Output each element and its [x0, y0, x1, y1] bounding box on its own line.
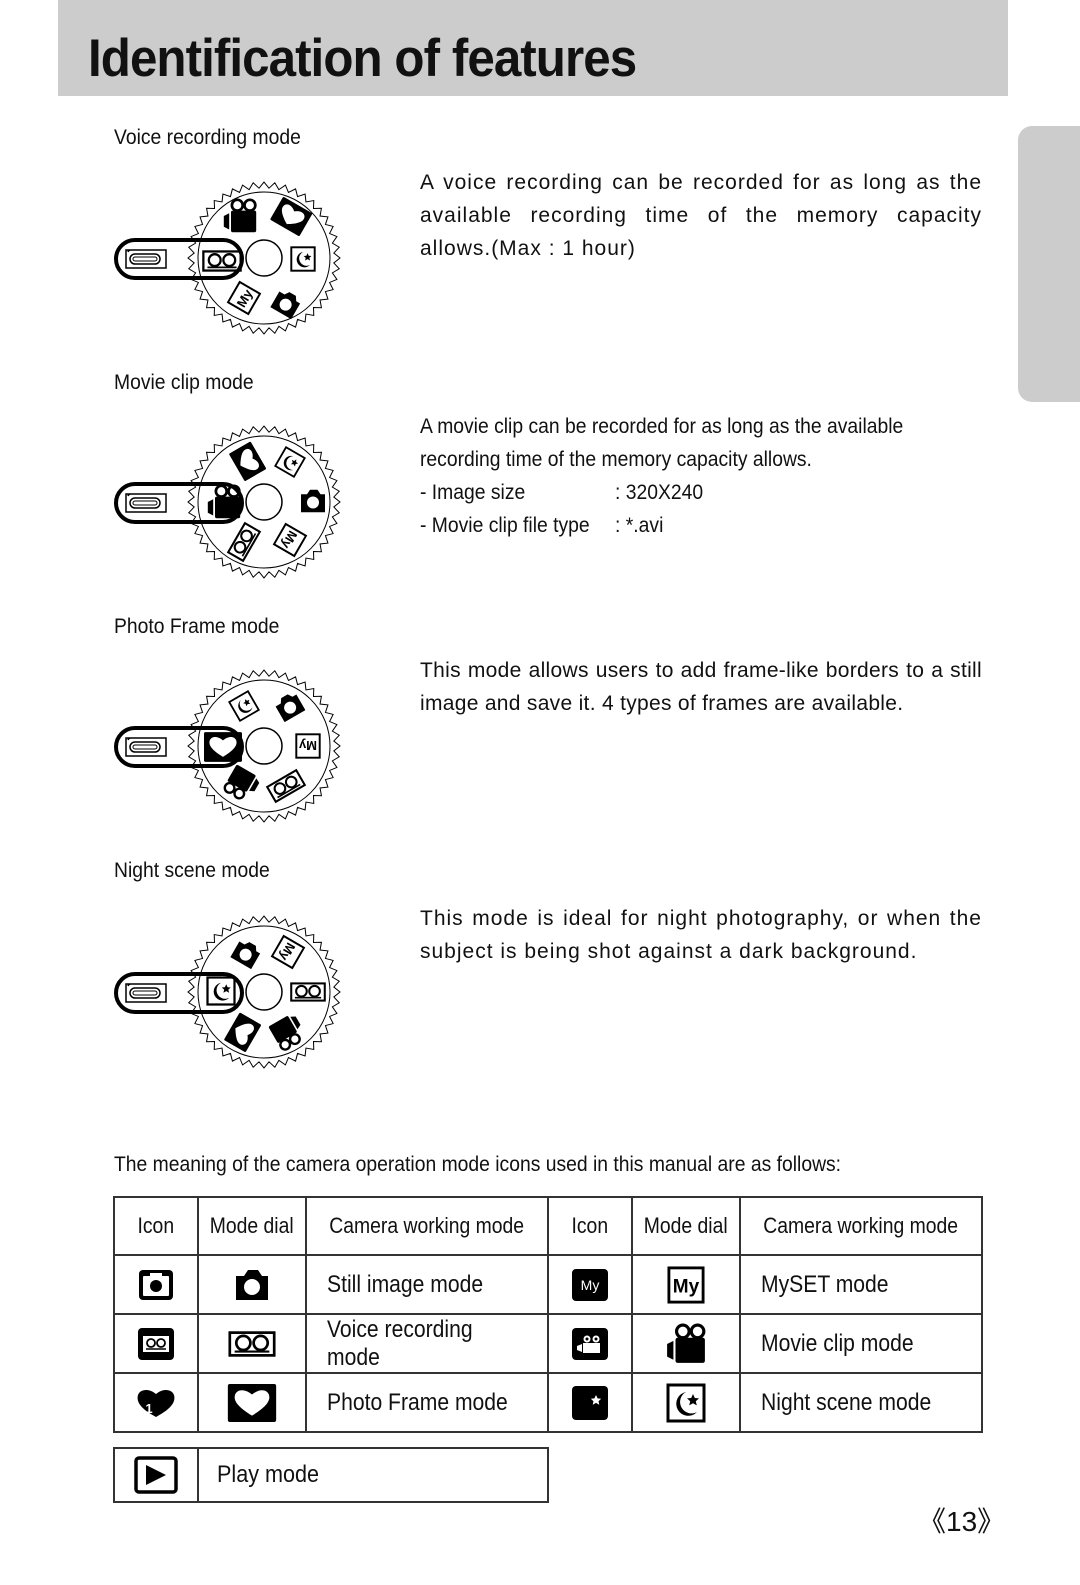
- night-scene-icon: [290, 246, 316, 272]
- photo-frame-icon: [204, 732, 242, 762]
- myset-icon: [295, 733, 321, 759]
- voice-recording-icon: [113, 1313, 199, 1374]
- mode-icon-table: Icon Mode dial Camera working mode Icon …: [113, 1196, 983, 1433]
- mode-name: Movie clip mode: [739, 1313, 983, 1374]
- spec-value: : 320X240: [615, 481, 704, 504]
- mode-name: MySET mode: [739, 1254, 983, 1315]
- mode-name: Night scene mode: [739, 1372, 983, 1433]
- mode-dial-photo-frame: [110, 669, 341, 823]
- night-scene-dial-icon: [631, 1372, 741, 1433]
- still-image-icon: [113, 1254, 199, 1315]
- header-camera-working-mode: Camera working mode: [739, 1196, 983, 1256]
- icon-table-intro: The meaning of the camera operation mode…: [114, 1153, 842, 1176]
- spec-image-size: - Image size : 320X240: [420, 476, 981, 509]
- play-mode-table: Play mode: [113, 1447, 549, 1503]
- header-icon: Icon: [547, 1196, 633, 1256]
- mode-dial-movie-clip: [110, 425, 341, 579]
- side-tab: [1018, 126, 1080, 402]
- photo-frame-icon: 1: [113, 1372, 199, 1433]
- table-row: Voice recording mode Movie clip mode: [113, 1313, 983, 1374]
- page-number: 《13》: [918, 1506, 1006, 1537]
- table-row: 1 Photo Frame mode Night scene mode: [113, 1372, 983, 1433]
- dial-center: [245, 239, 283, 277]
- spec-key: - Image size: [420, 481, 526, 504]
- section-label-night-scene: Night scene mode: [114, 859, 270, 882]
- still-image-dial-icon: [197, 1254, 307, 1315]
- header-mode-dial: Mode dial: [631, 1196, 741, 1256]
- description-voice-recording: A voice recording can be recorded for as…: [420, 171, 982, 260]
- header-mode-dial: Mode dial: [197, 1196, 307, 1256]
- movie-clip-dial-icon: [631, 1313, 741, 1374]
- table-row: Play mode: [113, 1447, 549, 1503]
- description-movie-clip-text: A movie clip can be recorded for as long…: [420, 415, 904, 471]
- mode-name: Photo Frame mode: [305, 1372, 549, 1433]
- svg-text:My: My: [581, 1277, 600, 1293]
- mode-dial-night-scene: [110, 915, 341, 1069]
- description-night-scene: This mode is ideal for night photography…: [420, 907, 982, 963]
- header-icon: Icon: [113, 1196, 199, 1256]
- voice-recording-icon: [202, 250, 242, 272]
- description-photo-frame: This mode allows users to add frame-like…: [420, 659, 982, 715]
- page-title: Identification of features: [88, 29, 637, 88]
- spec-key: - Movie clip file type: [420, 514, 590, 537]
- svg-text:1: 1: [145, 1401, 152, 1416]
- play-icon: [113, 1447, 199, 1503]
- voice-recording-icon: [290, 982, 326, 1002]
- photo-frame-dial-icon: [197, 1372, 307, 1433]
- spec-file-type: - Movie clip file type : *.avi: [420, 509, 981, 542]
- myset-icon: My: [547, 1254, 633, 1315]
- mode-name: Still image mode: [305, 1254, 549, 1315]
- movie-clip-icon: [547, 1313, 633, 1374]
- table-row: Still image mode My MySET mode: [113, 1254, 983, 1315]
- mode-dial-voice-recording: [110, 181, 341, 335]
- night-scene-icon: [547, 1372, 633, 1433]
- night-scene-icon: [206, 976, 236, 1006]
- mode-name: Voice recording mode: [305, 1313, 549, 1374]
- description-movie-clip: A movie clip can be recorded for as long…: [420, 410, 981, 542]
- voice-recording-dial-icon: [197, 1313, 307, 1374]
- myset-dial-icon: [631, 1254, 741, 1315]
- section-label-photo-frame: Photo Frame mode: [114, 615, 280, 638]
- spec-value: : *.avi: [615, 514, 664, 537]
- section-label-movie-clip: Movie clip mode: [114, 371, 254, 394]
- table-header-row: Icon Mode dial Camera working mode Icon …: [113, 1196, 983, 1256]
- section-label-voice-recording: Voice recording mode: [114, 126, 301, 149]
- header-camera-working-mode: Camera working mode: [305, 1196, 549, 1256]
- mode-name: Play mode: [197, 1447, 549, 1503]
